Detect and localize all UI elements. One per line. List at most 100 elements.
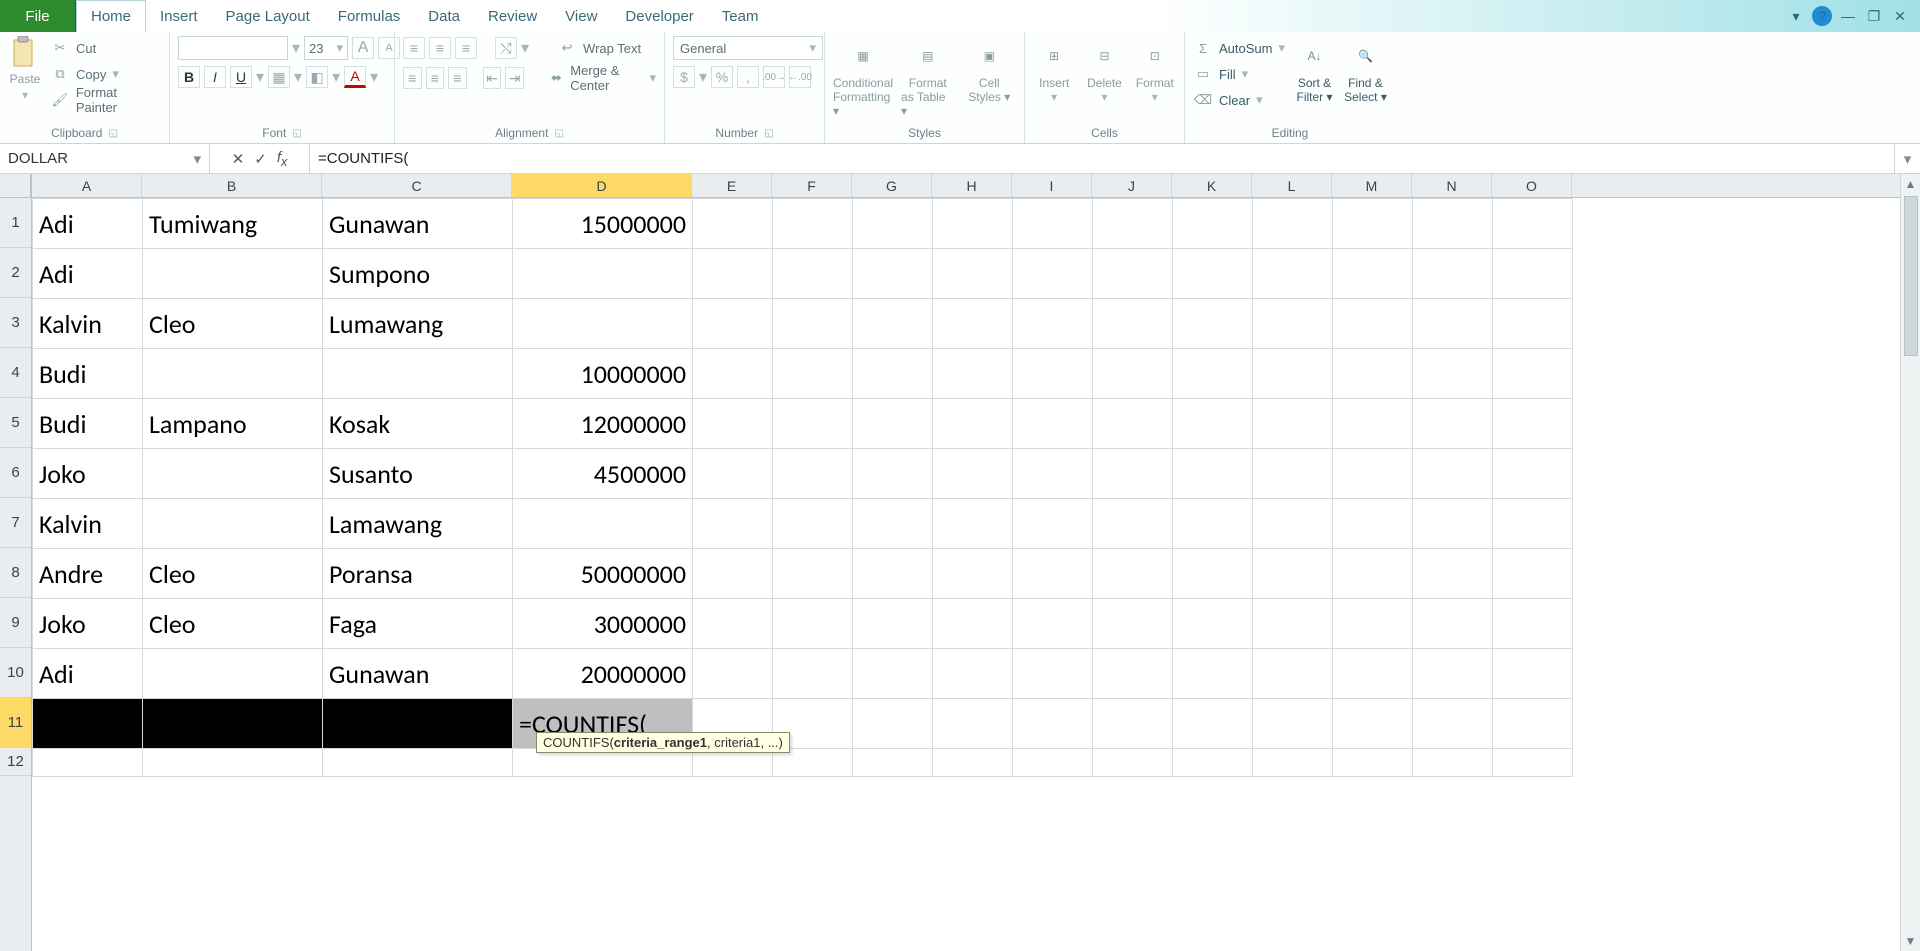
cell-O6[interactable] xyxy=(1493,449,1573,499)
cell-A4[interactable]: Budi xyxy=(33,349,143,399)
cell-F9[interactable] xyxy=(773,599,853,649)
cell-J11[interactable] xyxy=(1093,699,1173,749)
column-header-I[interactable]: I xyxy=(1012,174,1092,197)
tab-home[interactable]: Home xyxy=(76,0,146,32)
underline-button[interactable]: U xyxy=(230,66,252,88)
cell-B2[interactable] xyxy=(143,249,323,299)
cell-G5[interactable] xyxy=(853,399,933,449)
cell-L12[interactable] xyxy=(1253,749,1333,777)
cell-F3[interactable] xyxy=(773,299,853,349)
cell-O2[interactable] xyxy=(1493,249,1573,299)
cell-L4[interactable] xyxy=(1253,349,1333,399)
cell-M6[interactable] xyxy=(1333,449,1413,499)
cell-G9[interactable] xyxy=(853,599,933,649)
cell-D6[interactable]: 4500000 xyxy=(513,449,693,499)
cell-N8[interactable] xyxy=(1413,549,1493,599)
cell-A2[interactable]: Adi xyxy=(33,249,143,299)
cell-J4[interactable] xyxy=(1093,349,1173,399)
cell-L10[interactable] xyxy=(1253,649,1333,699)
cell-J10[interactable] xyxy=(1093,649,1173,699)
cell-G1[interactable] xyxy=(853,199,933,249)
cell-J7[interactable] xyxy=(1093,499,1173,549)
cell-C2[interactable]: Sumpono xyxy=(323,249,513,299)
cell-M1[interactable] xyxy=(1333,199,1413,249)
cell-A12[interactable] xyxy=(33,749,143,777)
clipboard-dialog-icon[interactable]: ◱ xyxy=(108,128,117,139)
autosum-button[interactable]: ΣAutoSum ▾ xyxy=(1193,36,1285,60)
number-dialog-icon[interactable]: ◱ xyxy=(764,128,773,139)
cell-O7[interactable] xyxy=(1493,499,1573,549)
cell-M3[interactable] xyxy=(1333,299,1413,349)
cell-K1[interactable] xyxy=(1173,199,1253,249)
file-tab[interactable]: File xyxy=(0,0,76,32)
cell-G6[interactable] xyxy=(853,449,933,499)
row-header-6[interactable]: 6 xyxy=(0,448,31,498)
cell-G4[interactable] xyxy=(853,349,933,399)
merge-center-button[interactable]: ⬌Merge & Center ▾ xyxy=(548,66,656,90)
cell-F6[interactable] xyxy=(773,449,853,499)
cell-E5[interactable] xyxy=(693,399,773,449)
font-dialog-icon[interactable]: ◱ xyxy=(292,128,301,139)
increase-indent-button[interactable]: ⇥ xyxy=(505,67,524,89)
cell-B5[interactable]: Lampano xyxy=(143,399,323,449)
cell-H9[interactable] xyxy=(933,599,1013,649)
cell-E2[interactable] xyxy=(693,249,773,299)
insert-function-button[interactable]: fx xyxy=(277,149,287,169)
orientation-button[interactable]: ⤭ xyxy=(495,37,517,59)
row-header-5[interactable]: 5 xyxy=(0,398,31,448)
number-format-select[interactable]: General▾ xyxy=(673,36,823,60)
accounting-format-button[interactable]: $ xyxy=(673,66,695,88)
cell-H3[interactable] xyxy=(933,299,1013,349)
cell-styles-button[interactable]: ▣CellStyles ▾ xyxy=(963,36,1016,104)
column-header-E[interactable]: E xyxy=(692,174,772,197)
cell-K6[interactable] xyxy=(1173,449,1253,499)
cell-C9[interactable]: Faga xyxy=(323,599,513,649)
cell-D4[interactable]: 10000000 xyxy=(513,349,693,399)
cell-C1[interactable]: Gunawan xyxy=(323,199,513,249)
cell-H8[interactable] xyxy=(933,549,1013,599)
cell-N7[interactable] xyxy=(1413,499,1493,549)
expand-formula-bar-button[interactable]: ▾ xyxy=(1894,144,1920,173)
cell-H10[interactable] xyxy=(933,649,1013,699)
vertical-scrollbar[interactable]: ▲ ▼ xyxy=(1900,174,1920,951)
align-left-button[interactable]: ≡ xyxy=(403,67,422,89)
cell-L2[interactable] xyxy=(1253,249,1333,299)
scroll-up-button[interactable]: ▲ xyxy=(1901,174,1920,194)
cell-I4[interactable] xyxy=(1013,349,1093,399)
column-header-K[interactable]: K xyxy=(1172,174,1252,197)
cell-D7[interactable] xyxy=(513,499,693,549)
cell-O12[interactable] xyxy=(1493,749,1573,777)
italic-button[interactable]: I xyxy=(204,66,226,88)
cell-D2[interactable] xyxy=(513,249,693,299)
row-header-7[interactable]: 7 xyxy=(0,498,31,548)
cell-J3[interactable] xyxy=(1093,299,1173,349)
copy-button[interactable]: ⧉Copy ▾ xyxy=(50,62,161,86)
grow-font-button[interactable]: A xyxy=(352,37,374,59)
enter-formula-button[interactable]: ✓ xyxy=(254,150,267,168)
help-icon[interactable]: ? xyxy=(1812,6,1832,26)
cell-I10[interactable] xyxy=(1013,649,1093,699)
cell-N2[interactable] xyxy=(1413,249,1493,299)
tab-insert[interactable]: Insert xyxy=(146,0,212,32)
cell-O4[interactable] xyxy=(1493,349,1573,399)
scroll-down-button[interactable]: ▼ xyxy=(1901,931,1920,951)
clear-button[interactable]: ⌫Clear ▾ xyxy=(1193,88,1285,112)
cell-H1[interactable] xyxy=(933,199,1013,249)
find-select-button[interactable]: 🔍Find &Select ▾ xyxy=(1344,36,1387,104)
cell-J6[interactable] xyxy=(1093,449,1173,499)
cell-O9[interactable] xyxy=(1493,599,1573,649)
cell-C4[interactable] xyxy=(323,349,513,399)
decrease-decimal-button[interactable]: ←.00 xyxy=(789,66,811,88)
cell-F1[interactable] xyxy=(773,199,853,249)
alignment-dialog-icon[interactable]: ◱ xyxy=(554,128,563,139)
cell-A1[interactable]: Adi xyxy=(33,199,143,249)
cell-C7[interactable]: Lamawang xyxy=(323,499,513,549)
column-header-A[interactable]: A xyxy=(32,174,142,197)
cell-B7[interactable] xyxy=(143,499,323,549)
cell-E6[interactable] xyxy=(693,449,773,499)
select-all-corner[interactable] xyxy=(0,174,31,198)
column-header-D[interactable]: D xyxy=(512,174,692,197)
cell-C11[interactable] xyxy=(323,699,513,749)
cell-H4[interactable] xyxy=(933,349,1013,399)
format-as-table-button[interactable]: ▤Formatas Table ▾ xyxy=(901,36,954,118)
